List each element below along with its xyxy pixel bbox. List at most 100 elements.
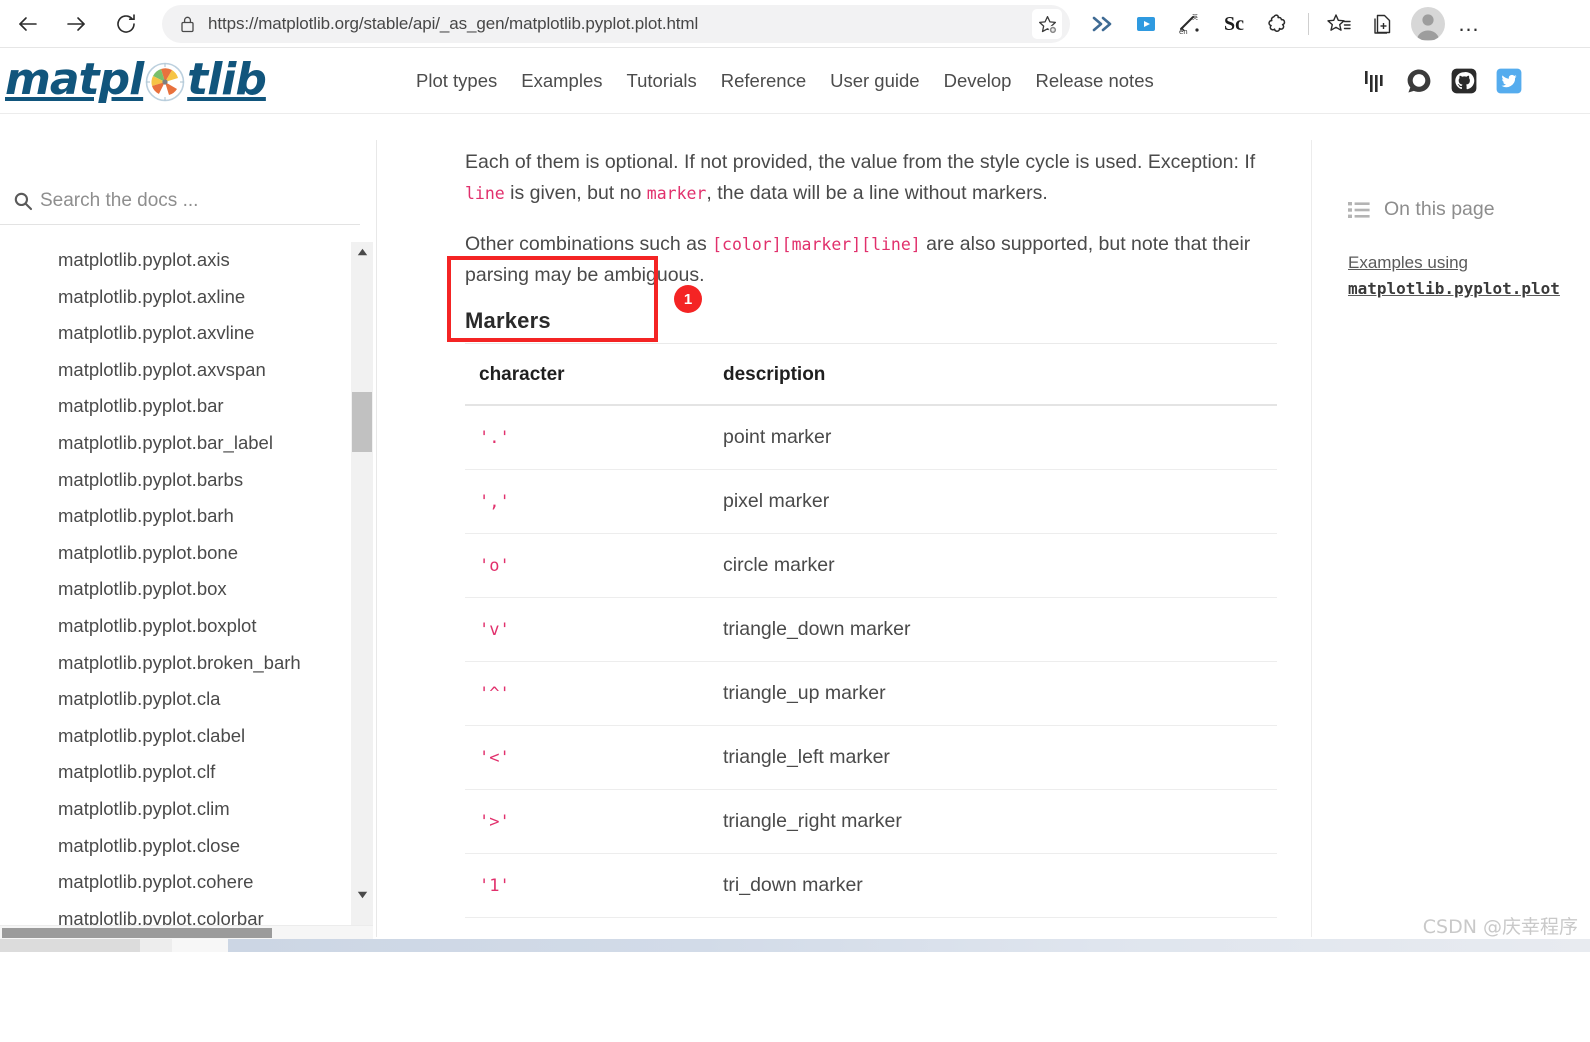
sidebar-item-clf[interactable]: matplotlib.pyplot.clf: [0, 754, 350, 791]
cell-character: 'o': [465, 533, 709, 598]
browser-toolbar: https://matplotlib.org/stable/api/_as_ge…: [0, 0, 1590, 48]
cell-description: triangle_left marker: [709, 725, 1277, 790]
twitter-icon[interactable]: [1496, 68, 1522, 94]
table-row: '.' point marker: [465, 405, 1277, 470]
sidebar-item-boxplot[interactable]: matplotlib.pyplot.boxplot: [0, 608, 350, 645]
toolbar-separator: [1308, 13, 1309, 35]
sidebar-nav-list: matplotlib.pyplot.axis matplotlib.pyplot…: [0, 242, 350, 1042]
sidebar-item-barh[interactable]: matplotlib.pyplot.barh: [0, 498, 350, 535]
table-row: '1' tri_down marker: [465, 853, 1277, 918]
translate-icon[interactable]: 英 en: [1170, 4, 1210, 44]
gitter-icon[interactable]: [1361, 68, 1387, 94]
scroll-up-arrow-icon[interactable]: [351, 242, 373, 262]
url-text: https://matplotlib.org/stable/api/_as_ge…: [208, 14, 699, 33]
cell-description: circle marker: [709, 533, 1277, 598]
sidebar-item-axline[interactable]: matplotlib.pyplot.axline: [0, 279, 350, 316]
sidebar-item-close[interactable]: matplotlib.pyplot.close: [0, 828, 350, 865]
on-this-page-label: On this page: [1384, 198, 1495, 220]
cell-character: '<': [465, 725, 709, 790]
horizontal-scrollbar[interactable]: [0, 925, 373, 939]
sidebar-item-barbs[interactable]: matplotlib.pyplot.barbs: [0, 462, 350, 499]
cell-description: tri_up marker: [709, 917, 1277, 937]
table-row: ',' pixel marker: [465, 469, 1277, 534]
reload-button[interactable]: [106, 4, 146, 44]
puzzle-extension-icon[interactable]: [1258, 4, 1298, 44]
sidebar-scrollbar[interactable]: [351, 242, 373, 937]
nav-user-guide[interactable]: User guide: [818, 70, 931, 92]
scroll-down-arrow-icon[interactable]: [351, 885, 373, 905]
matplotlib-logo[interactable]: matpl tlib: [5, 54, 267, 105]
cell-description: pixel marker: [709, 469, 1277, 534]
discourse-icon[interactable]: [1406, 68, 1432, 94]
csdn-watermark: CSDN @庆幸程序: [1422, 916, 1578, 938]
nav-release-notes[interactable]: Release notes: [1023, 70, 1165, 92]
sidebar-item-box[interactable]: matplotlib.pyplot.box: [0, 571, 350, 608]
more-options-button[interactable]: …: [1449, 4, 1489, 44]
profile-avatar[interactable]: [1411, 7, 1445, 41]
logo-text-post: tlib: [187, 54, 267, 105]
sidebar-item-cla[interactable]: matplotlib.pyplot.cla: [0, 681, 350, 718]
screenshot-sc-icon[interactable]: Sc: [1214, 4, 1254, 44]
on-this-page-header: On this page: [1348, 198, 1495, 221]
nav-plot-types[interactable]: Plot types: [404, 70, 509, 92]
cell-character: '.': [465, 405, 709, 470]
nav-tutorials[interactable]: Tutorials: [614, 70, 708, 92]
add-to-collections-icon[interactable]: [1363, 4, 1403, 44]
sidebar-item-bone[interactable]: matplotlib.pyplot.bone: [0, 535, 350, 572]
cell-description: triangle_up marker: [709, 661, 1277, 726]
address-bar[interactable]: https://matplotlib.org/stable/api/_as_ge…: [162, 5, 1070, 43]
collections-favorites-icon[interactable]: [1319, 4, 1359, 44]
cell-character: '2': [465, 917, 709, 937]
paragraph-1-text-a: Each of them is optional. If not provide…: [465, 150, 1256, 173]
main-navigation: Plot types Examples Tutorials Reference …: [404, 48, 1166, 114]
sidebar-scrollbar-thumb[interactable]: [352, 392, 372, 452]
cell-description: triangle_right marker: [709, 789, 1277, 854]
right-sidebar: On this page Examples using matplotlib.p…: [1312, 115, 1590, 937]
forward-button[interactable]: [56, 4, 96, 44]
code-marker: marker: [646, 183, 707, 203]
taskbar-strip: [0, 939, 1590, 952]
sidebar-item-clim[interactable]: matplotlib.pyplot.clim: [0, 791, 350, 828]
cell-character: ',': [465, 469, 709, 534]
sidebar-item-bar[interactable]: matplotlib.pyplot.bar: [0, 388, 350, 425]
sidebar-item-clabel[interactable]: matplotlib.pyplot.clabel: [0, 718, 350, 755]
horizontal-scrollbar-thumb[interactable]: [2, 928, 272, 938]
toc-item-examples-using[interactable]: Examples using matplotlib.pyplot.plot: [1348, 250, 1574, 302]
main-content: Each of them is optional. If not provide…: [377, 115, 1311, 937]
cell-character: 'v': [465, 597, 709, 662]
sidebar-item-broken-barh[interactable]: matplotlib.pyplot.broken_barh: [0, 645, 350, 682]
search-icon: [6, 191, 40, 211]
search-input[interactable]: [40, 189, 340, 212]
code-line: line: [465, 183, 505, 203]
site-header: matpl tlib Plot types Examples Tutorials…: [0, 48, 1590, 114]
sidebar-item-bar-label[interactable]: matplotlib.pyplot.bar_label: [0, 425, 350, 462]
nav-develop[interactable]: Develop: [932, 70, 1024, 92]
nav-examples[interactable]: Examples: [509, 70, 614, 92]
search-box[interactable]: [0, 177, 360, 225]
extensions-chevrons-icon[interactable]: [1082, 4, 1122, 44]
table-row: '<' triangle_left marker: [465, 725, 1277, 790]
github-icon[interactable]: [1451, 68, 1477, 94]
table-row: '^' triangle_up marker: [465, 661, 1277, 726]
left-sidebar: matplotlib.pyplot.axis matplotlib.pyplot…: [0, 115, 376, 937]
svg-text:英: 英: [1192, 14, 1198, 22]
paragraph-1-text-c: , the data will be a line without marker…: [706, 181, 1048, 204]
table-row: 'o' circle marker: [465, 533, 1277, 598]
sidebar-item-axvspan[interactable]: matplotlib.pyplot.axvspan: [0, 352, 350, 389]
sidebar-item-cohere[interactable]: matplotlib.pyplot.cohere: [0, 864, 350, 901]
add-favorite-icon[interactable]: [1032, 9, 1062, 39]
nav-reference[interactable]: Reference: [709, 70, 818, 92]
cell-character: '>': [465, 789, 709, 854]
back-button[interactable]: [8, 4, 48, 44]
code-color-marker-line: [color][marker][line]: [712, 234, 921, 254]
annotation-badge-1: 1: [674, 285, 702, 313]
matplotlib-pinwheel-icon: [144, 61, 186, 103]
media-player-icon[interactable]: [1126, 4, 1166, 44]
sidebar-item-axvline[interactable]: matplotlib.pyplot.axvline: [0, 315, 350, 352]
cell-character: '1': [465, 853, 709, 918]
paragraph-optional-note: Each of them is optional. If not provide…: [465, 147, 1277, 209]
annotation-highlight-box: [447, 256, 658, 342]
social-links: [1361, 48, 1522, 114]
sidebar-item-axis[interactable]: matplotlib.pyplot.axis: [0, 242, 350, 279]
lock-icon: [176, 13, 198, 35]
